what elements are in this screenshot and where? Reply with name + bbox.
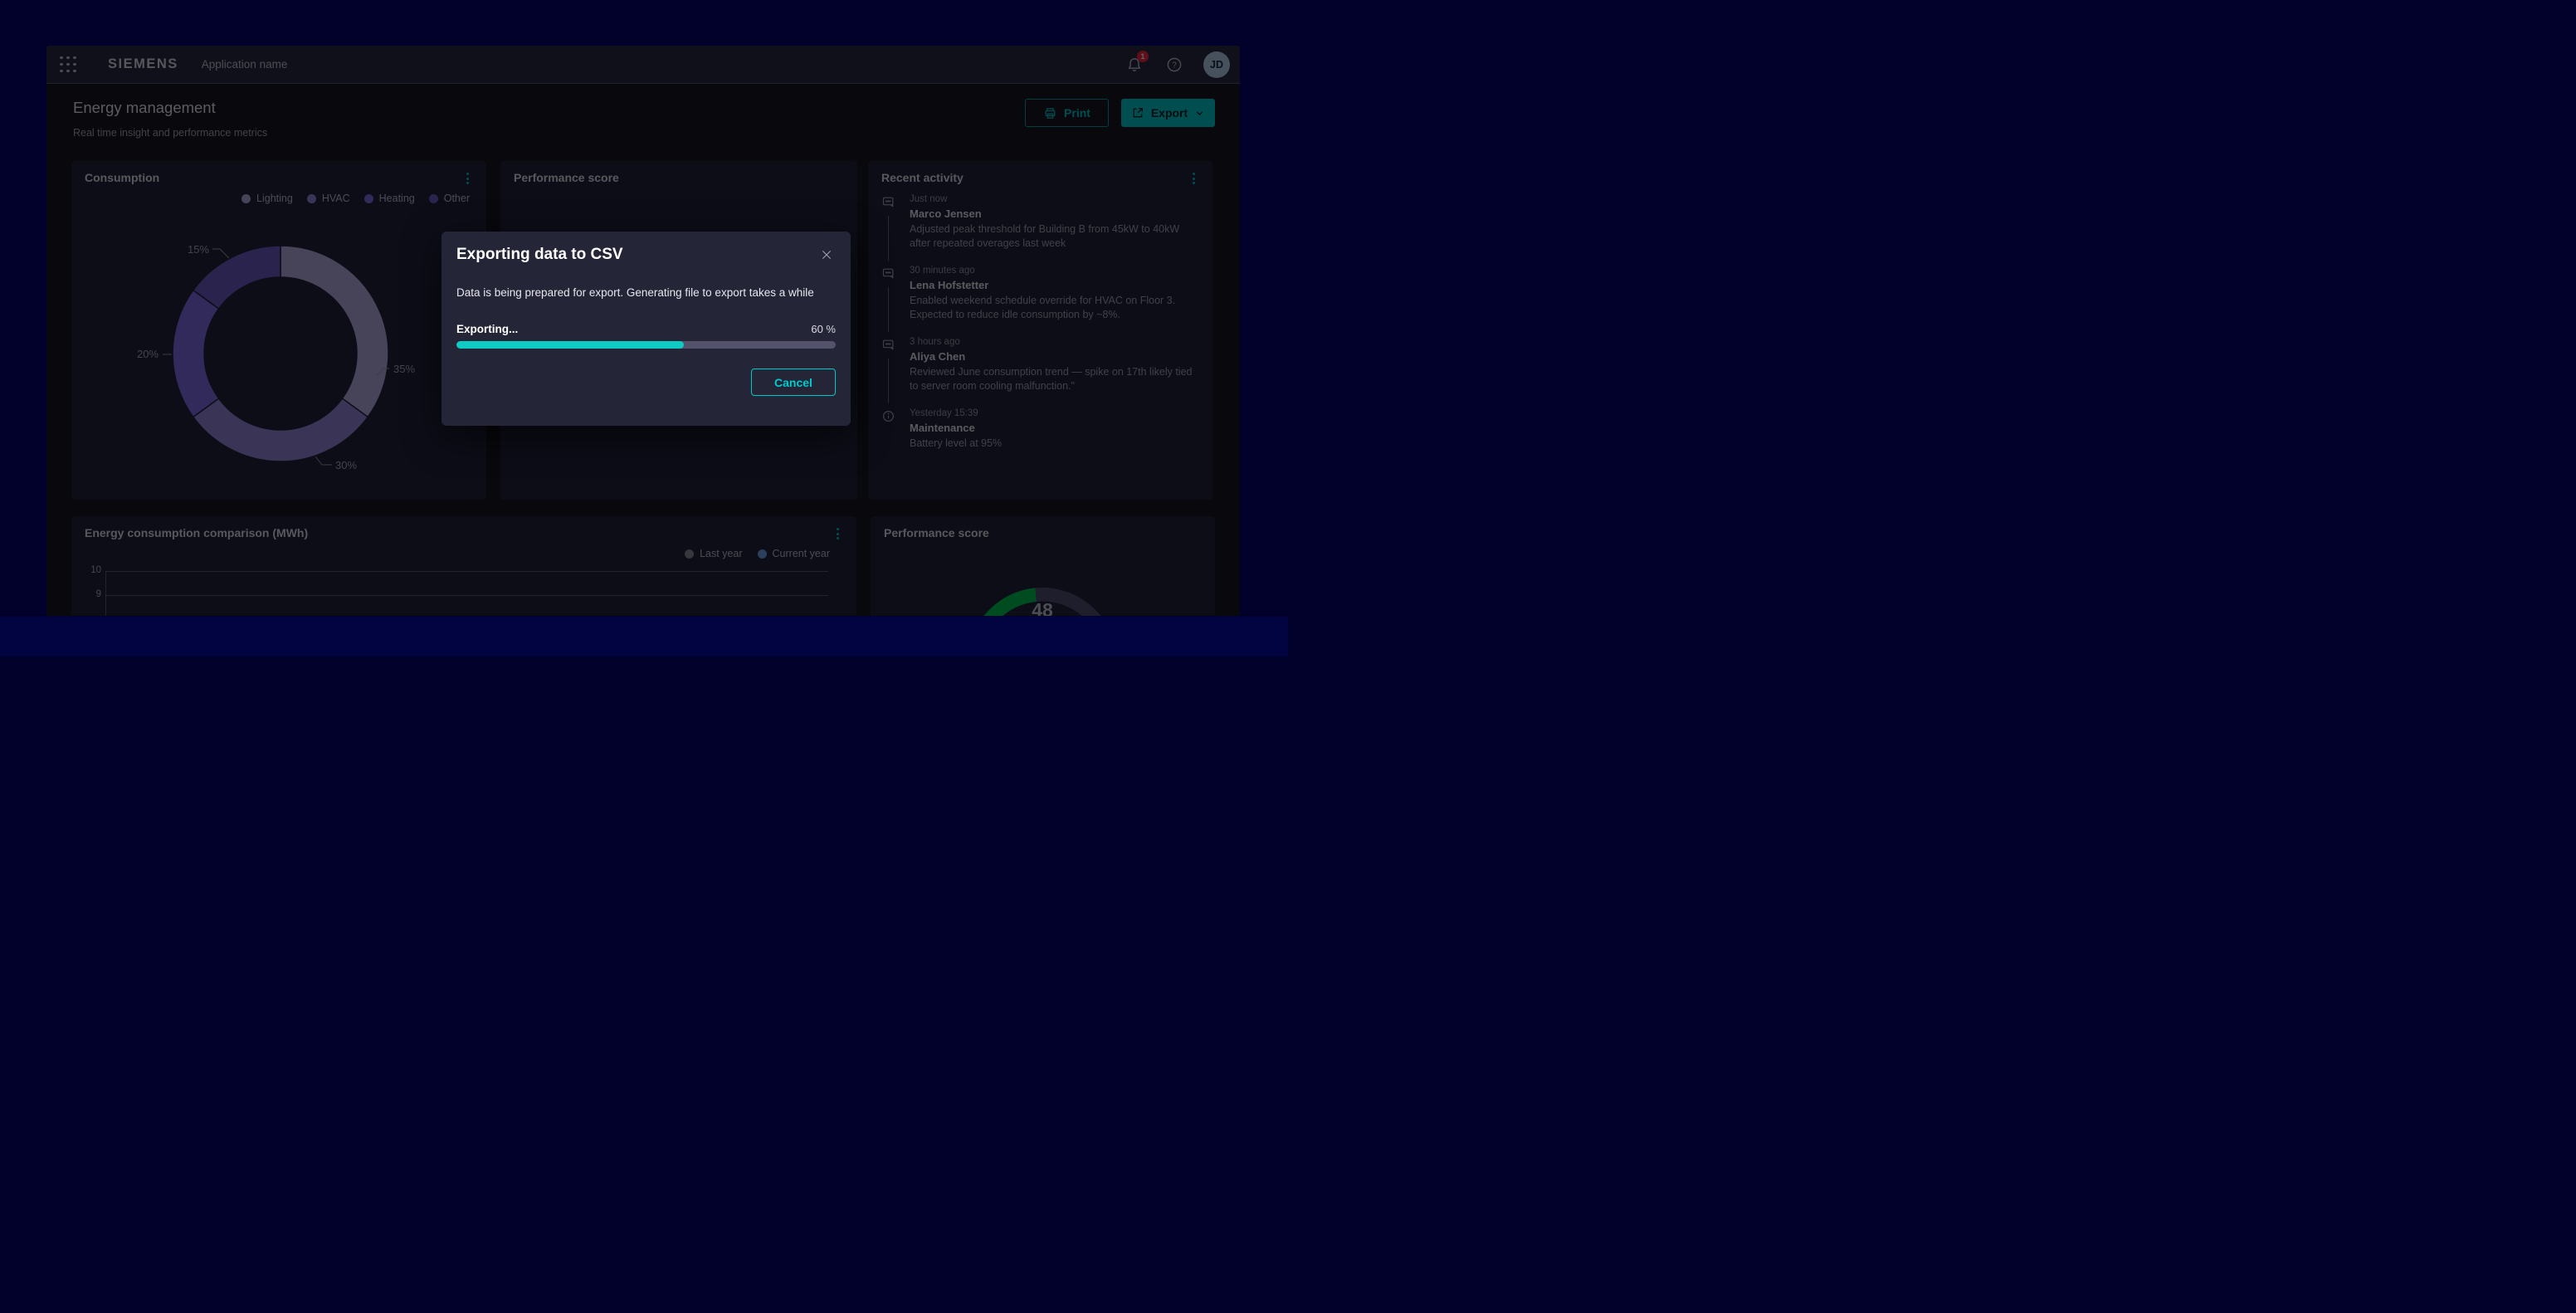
canvas-bottom-band	[0, 617, 1288, 656]
progress-bar-fill	[456, 341, 684, 349]
export-progress-dialog: Exporting data to CSV Data is being prep…	[442, 232, 851, 426]
dialog-message: Data is being prepared for export. Gener…	[456, 286, 836, 299]
progress-bar	[456, 341, 836, 349]
cancel-button[interactable]: Cancel	[751, 369, 836, 396]
progress-percent: 60 %	[811, 323, 836, 335]
dialog-title: Exporting data to CSV	[456, 246, 623, 264]
progress-label: Exporting...	[456, 323, 518, 335]
app-window: SIEMENS Application name 1 ?	[46, 46, 1240, 616]
close-button[interactable]	[817, 246, 836, 264]
close-icon	[820, 248, 833, 261]
